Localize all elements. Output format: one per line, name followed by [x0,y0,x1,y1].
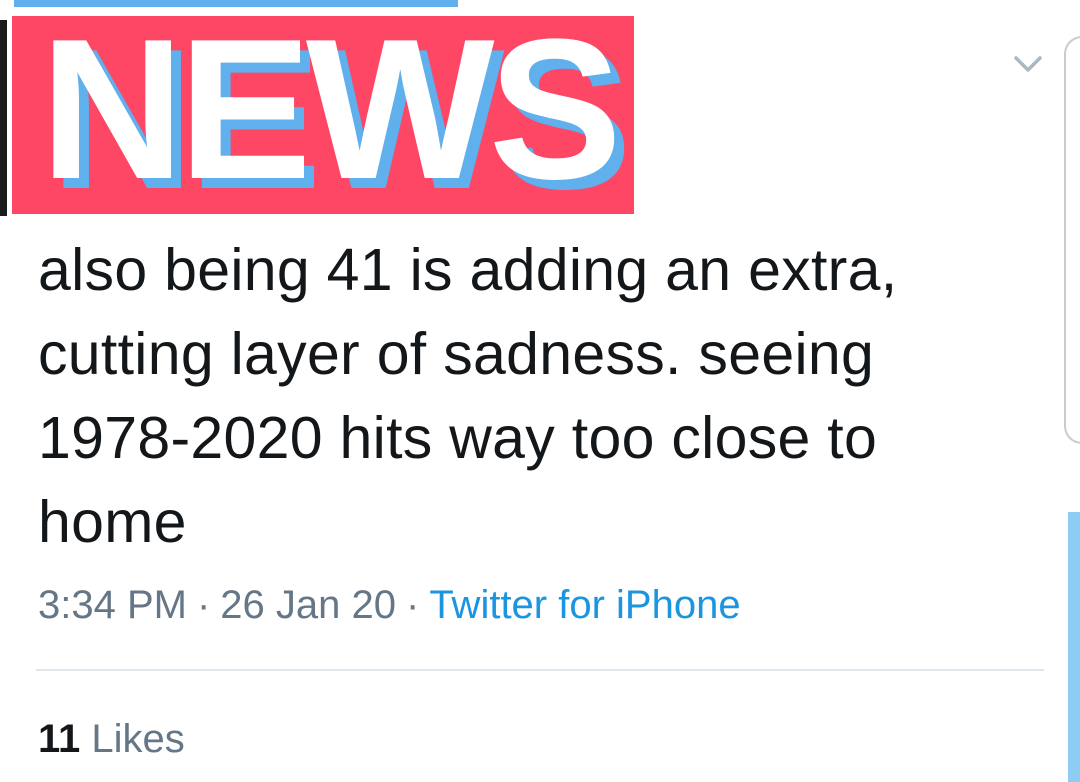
meta-separator: · [196,583,211,627]
left-dark-edge [0,20,7,216]
tweet-meta: 3:34 PM · 26 Jan 20 · Twitter for iPhone [38,580,741,630]
scrollbar[interactable] [1068,512,1080,782]
tweet-date[interactable]: 26 Jan 20 [220,583,396,627]
tweet-time: 3:34 PM [38,583,187,627]
adjacent-card-edge [1064,36,1080,444]
meta-separator: · [406,583,420,627]
tweet-text: also being 41 is adding an extra, cuttin… [38,237,898,555]
top-blue-strip [14,0,458,7]
news-banner-text: NEWS [40,16,622,214]
likes-label: Likes [91,717,185,761]
likes-stat[interactable]: 11 Likes [38,714,185,764]
news-banner-image: NEWS NEWS [12,16,634,214]
tweet-source-link[interactable]: Twitter for iPhone [429,583,740,627]
divider [36,669,1044,671]
likes-count: 11 [38,717,81,761]
chevron-down-icon[interactable] [1010,50,1046,78]
